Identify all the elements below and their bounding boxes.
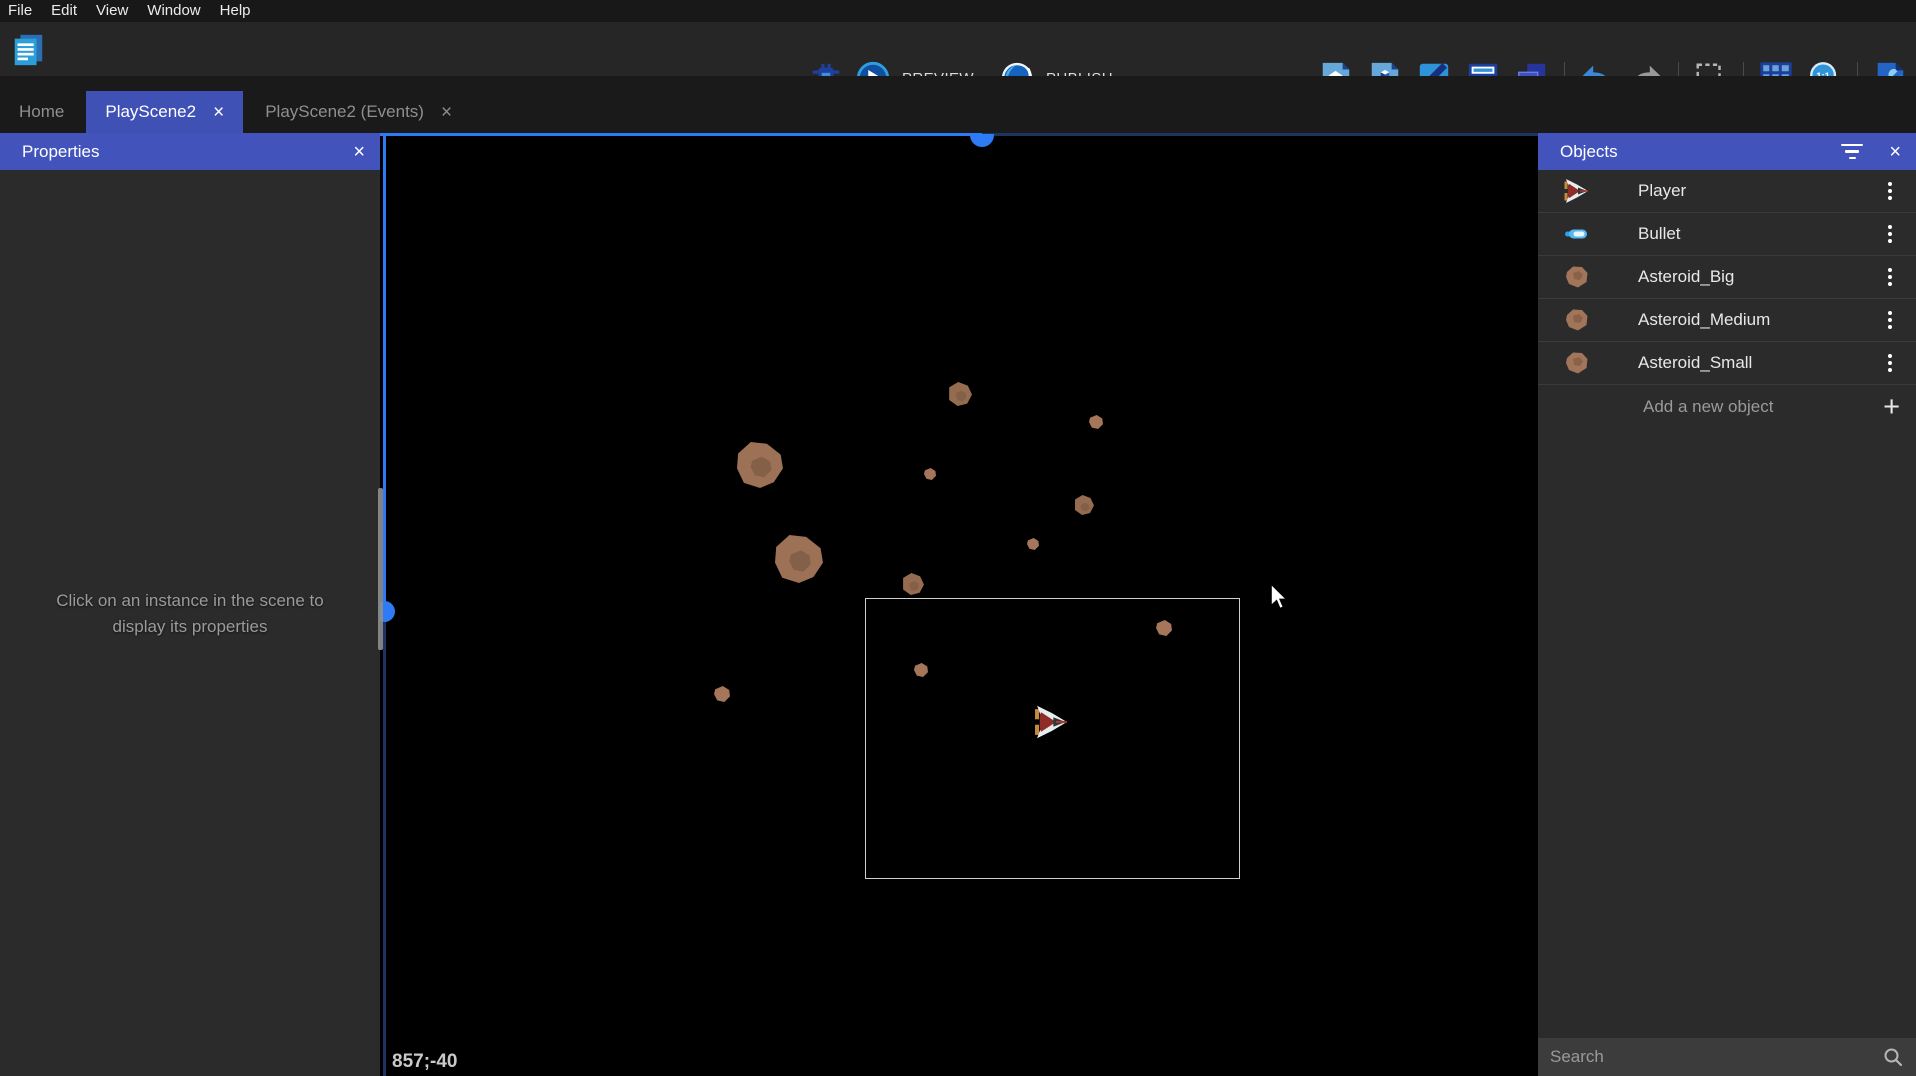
objects-panel: Objects × Player Bullet	[1538, 133, 1916, 1076]
object-row[interactable]: Asteroid_Small	[1538, 342, 1916, 385]
menu-item[interactable]: Edit	[51, 2, 77, 19]
tab-label: PlayScene2	[105, 102, 196, 122]
menu-item[interactable]: File	[8, 2, 32, 19]
tab-bar: Home × PlayScene2 × PlayScene2 (Events) …	[0, 76, 1916, 133]
gdevelop-window: File Edit View Window Help PREVIEW PUBLISH 1…	[0, 0, 1916, 1076]
editor-tab[interactable]: PlayScene2 (Events) ×	[246, 91, 471, 133]
properties-panel-header: Properties ×	[0, 133, 380, 170]
asteroid-instance[interactable]	[1075, 495, 1094, 515]
asteroid-icon	[1563, 263, 1591, 291]
asteroid-icon	[1563, 306, 1591, 334]
player-ship-icon	[1563, 177, 1591, 205]
filter-icon[interactable]	[1841, 144, 1863, 159]
panel-divider-left[interactable]	[383, 133, 386, 612]
bullet-icon	[1563, 220, 1591, 248]
object-search-input[interactable]	[1538, 1047, 1858, 1067]
editor-tab[interactable]: Home ×	[0, 91, 83, 133]
object-menu-button[interactable]	[1888, 268, 1892, 286]
object-menu-button[interactable]	[1888, 225, 1892, 243]
properties-empty-hint: Click on an instance in the scene to dis…	[40, 588, 340, 641]
object-search-bar	[1538, 1038, 1916, 1076]
scene-cursor-coordinates: 857;-40	[392, 1051, 458, 1073]
toolbar: PREVIEW PUBLISH 1:1	[0, 22, 1916, 76]
object-menu-button[interactable]	[1888, 311, 1892, 329]
mouse-cursor	[1270, 584, 1288, 610]
asteroid-instance[interactable]	[714, 686, 730, 702]
menu-item[interactable]: View	[96, 2, 128, 19]
object-row[interactable]: Asteroid_Medium	[1538, 299, 1916, 342]
asteroid-instance[interactable]	[924, 468, 936, 480]
asteroid-instance[interactable]	[1089, 415, 1103, 429]
asteroid-instance[interactable]	[949, 382, 972, 406]
menu-item[interactable]: Help	[220, 2, 251, 19]
object-name: Asteroid_Medium	[1638, 310, 1770, 330]
menu-bar: File Edit View Window Help	[0, 0, 1916, 22]
search-icon	[1883, 1047, 1903, 1067]
object-row[interactable]: Player	[1538, 170, 1916, 213]
object-name: Bullet	[1638, 224, 1681, 244]
object-menu-button[interactable]	[1888, 354, 1892, 372]
close-icon[interactable]: ×	[353, 142, 365, 162]
object-menu-button[interactable]	[1888, 182, 1892, 200]
tab-label: Home	[19, 102, 64, 122]
object-name: Asteroid_Big	[1638, 267, 1734, 287]
close-icon[interactable]: ×	[1889, 142, 1901, 162]
objects-panel-header: Objects ×	[1538, 133, 1916, 170]
panel-divider-top-dim[interactable]	[982, 133, 1538, 136]
asteroid-instance[interactable]	[775, 535, 823, 583]
editor-tab[interactable]: PlayScene2 ×	[86, 91, 243, 133]
object-row[interactable]: Bullet	[1538, 213, 1916, 256]
asteroid-instance[interactable]	[1027, 538, 1039, 550]
object-name: Asteroid_Small	[1638, 353, 1752, 373]
properties-panel-title: Properties	[22, 142, 99, 162]
add-object-label: Add a new object	[1643, 397, 1773, 417]
close-icon[interactable]: ×	[441, 103, 452, 122]
add-object-row[interactable]: Add a new object +	[1538, 385, 1916, 429]
properties-scrollbar[interactable]	[378, 488, 383, 650]
tab-label: PlayScene2 (Events)	[265, 102, 424, 122]
object-name: Player	[1638, 181, 1686, 201]
object-row[interactable]: Asteroid_Big	[1538, 256, 1916, 299]
game-resolution-frame	[865, 598, 1240, 879]
asteroid-icon	[1563, 349, 1591, 377]
objects-panel-title: Objects	[1560, 142, 1618, 162]
properties-panel: Properties × Click on an instance in the…	[0, 133, 380, 1076]
scene-canvas[interactable]: 857;-40	[380, 133, 1538, 1076]
panel-divider-top[interactable]	[380, 133, 982, 136]
asteroid-instance[interactable]	[737, 442, 783, 488]
plus-icon[interactable]: +	[1883, 393, 1900, 422]
close-icon[interactable]: ×	[213, 103, 224, 122]
menu-item[interactable]: Window	[147, 2, 200, 19]
project-manager-button[interactable]	[10, 32, 46, 68]
panel-divider-left-dim[interactable]	[383, 612, 386, 1076]
asteroid-instance[interactable]	[903, 573, 924, 595]
